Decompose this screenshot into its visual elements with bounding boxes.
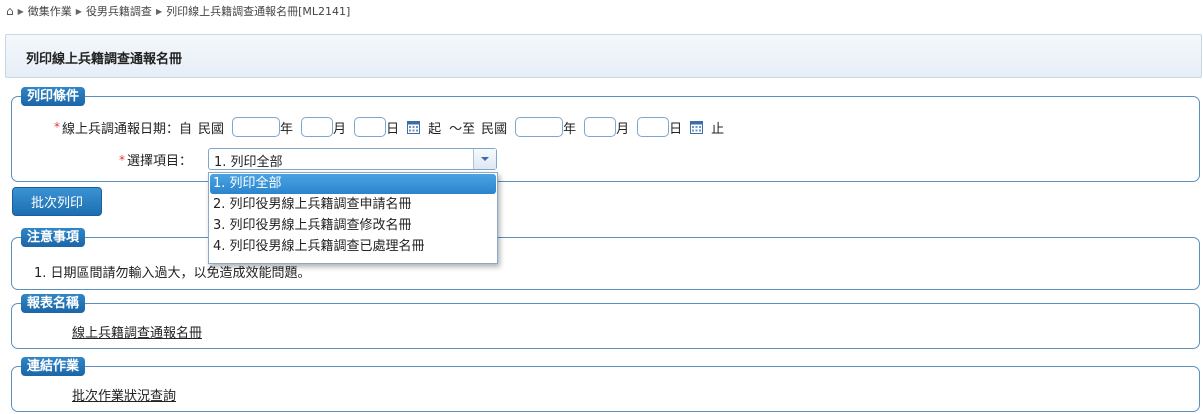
- dropdown-option[interactable]: 3. 列印役男線上兵籍調查修改名冊: [210, 216, 496, 236]
- chevron-down-icon[interactable]: [473, 149, 496, 169]
- day-label: 日: [669, 121, 683, 137]
- from-label: 起: [428, 121, 442, 137]
- related-legend: 連結作業: [21, 357, 86, 376]
- chevron-right-icon: ▶: [75, 6, 82, 16]
- notes-section: 注意事項 1. 日期區間請勿輸入過大，以免造成效能問題。: [11, 228, 1200, 290]
- month-label: 月: [616, 121, 630, 137]
- notes-row: 1. 日期區間請勿輸入過大，以免造成效能問題。: [34, 262, 311, 281]
- year-label: 年: [280, 121, 294, 137]
- breadcrumb: ⌂ ▶ 徵集作業 ▶ 役男兵籍調查 ▶ 列印線上兵籍調查通報名冊[ML2141]: [6, 3, 350, 19]
- required-mark: *: [54, 120, 60, 134]
- item-select-value: 1. 列印全部: [214, 155, 283, 170]
- breadcrumb-item[interactable]: 役男兵籍調查: [86, 3, 152, 19]
- date-label: 線上兵調通報日期：自: [62, 121, 193, 137]
- end-label: 止: [711, 121, 725, 137]
- chevron-right-icon: ▶: [17, 6, 24, 16]
- from-month-input[interactable]: [301, 117, 334, 137]
- dropdown-option[interactable]: 2. 列印役男線上兵籍調查申請名冊: [210, 195, 496, 215]
- item-select-row: * 選擇項目：: [119, 150, 193, 170]
- day-label: 日: [386, 121, 400, 137]
- to-label: ～至: [449, 121, 476, 137]
- year-label: 年: [563, 121, 577, 137]
- chevron-right-icon: ▶: [155, 6, 163, 16]
- print-conditions-section: 列印條件 * 線上兵調通報日期：自 民國 年 月 日 起 ～至 民國 年 月 日: [11, 87, 1200, 182]
- related-section: 連結作業 批次作業狀況查詢: [11, 357, 1200, 412]
- print-conditions-legend: 列印條件: [21, 87, 86, 106]
- batch-print-button[interactable]: 批次列印: [12, 187, 102, 216]
- date-range-row: * 線上兵調通報日期：自 民國 年 月 日 起 ～至 民國 年 月 日 止: [54, 117, 724, 137]
- notes-legend: 注意事項: [21, 228, 86, 247]
- to-year-input[interactable]: [515, 117, 564, 137]
- to-month-input[interactable]: [584, 117, 617, 137]
- page-title: 列印線上兵籍調查通報名冊: [26, 52, 183, 67]
- report-name-link[interactable]: 線上兵籍調查通報名冊: [72, 322, 202, 341]
- from-day-input[interactable]: [354, 117, 387, 137]
- breadcrumb-item[interactable]: 徵集作業: [28, 3, 72, 19]
- item-label: 選擇項目：: [127, 154, 193, 169]
- item-select[interactable]: 1. 列印全部: [208, 148, 497, 170]
- page-header: 列印線上兵籍調查通報名冊: [5, 34, 1202, 78]
- report-name-legend: 報表名稱: [21, 294, 86, 313]
- dropdown-option[interactable]: 1. 列印全部: [210, 174, 496, 194]
- notes-text: 1. 日期區間請勿輸入過大，以免造成效能問題。: [34, 266, 311, 281]
- dropdown-option[interactable]: 4. 列印役男線上兵籍調查已處理名冊: [210, 237, 496, 257]
- required-mark: *: [119, 152, 125, 167]
- report-name-row: 線上兵籍調查通報名冊: [72, 322, 202, 341]
- from-year-input[interactable]: [232, 117, 281, 137]
- era-label: 民國: [481, 121, 508, 137]
- calendar-icon[interactable]: [690, 120, 704, 134]
- item-dropdown-list: 1. 列印全部 2. 列印役男線上兵籍調查申請名冊 3. 列印役男線上兵籍調查修…: [208, 172, 498, 264]
- to-day-input[interactable]: [637, 117, 670, 137]
- month-label: 月: [333, 121, 347, 137]
- home-icon[interactable]: ⌂: [6, 4, 14, 18]
- calendar-icon[interactable]: [407, 120, 421, 134]
- related-link[interactable]: 批次作業狀況查詢: [72, 385, 176, 404]
- report-name-section: 報表名稱 線上兵籍調查通報名冊: [11, 294, 1200, 349]
- era-label: 民國: [198, 121, 225, 137]
- breadcrumb-item-current: 列印線上兵籍調查通報名冊[ML2141]: [166, 5, 351, 18]
- related-row: 批次作業狀況查詢: [72, 385, 176, 404]
